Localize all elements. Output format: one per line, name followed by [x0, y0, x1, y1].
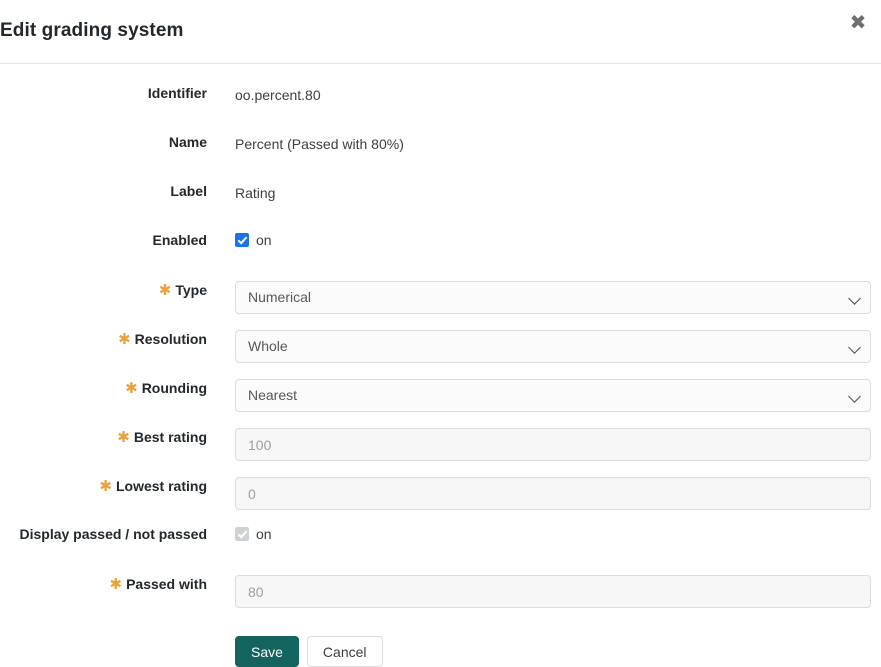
field-label-text: Display passed / not passed	[19, 526, 207, 542]
form-row-lowest-rating: ✱Lowest rating	[0, 477, 881, 526]
field-wrap-rounding: Nearest	[235, 379, 871, 412]
field-wrap-resolution: Whole	[235, 330, 871, 363]
select-value-rounding: Nearest	[248, 380, 297, 411]
required-asterisk-icon: ✱	[118, 330, 131, 348]
field-label-text: Passed with	[126, 576, 207, 592]
page-title: Edit grading system	[0, 20, 184, 42]
chevron-down-icon	[848, 390, 861, 403]
field-wrap-lowest-rating	[235, 477, 871, 510]
chevron-down-icon	[848, 341, 861, 354]
field-wrap-enabled: on	[235, 232, 871, 248]
field-value-label: Rating	[235, 183, 871, 203]
field-wrap-label: Rating	[235, 183, 871, 203]
required-asterisk-icon: ✱	[125, 379, 138, 397]
dialog-header: Edit grading system ✖	[0, 0, 881, 64]
form-row-name: Name Percent (Passed with 80%)	[0, 134, 881, 183]
checkbox-enabled[interactable]	[235, 233, 249, 247]
select-resolution[interactable]: Whole	[235, 330, 871, 363]
form-row-passed-with: ✱Passed with	[0, 575, 881, 624]
select-value-resolution: Whole	[248, 331, 288, 362]
form-row-type: ✱Type Numerical	[0, 281, 881, 330]
checkbox-display-passed-not-passed	[235, 527, 249, 541]
input-lowest-rating[interactable]	[235, 477, 871, 510]
field-label-text: Name	[169, 134, 207, 150]
form-row-rounding: ✱Rounding Nearest	[0, 379, 881, 428]
field-wrap-name: Percent (Passed with 80%)	[235, 134, 871, 154]
field-label-label: Label	[0, 183, 207, 199]
field-label-passed-with: ✱Passed with	[0, 575, 207, 593]
field-value-name: Percent (Passed with 80%)	[235, 134, 871, 154]
field-label-text: Rounding	[142, 380, 207, 396]
field-label-identifier: Identifier	[0, 85, 207, 101]
field-label-type: ✱Type	[0, 281, 207, 299]
field-label-text: Lowest rating	[116, 478, 207, 494]
required-asterisk-icon: ✱	[99, 477, 112, 495]
field-label-text: Resolution	[135, 331, 207, 347]
cancel-button[interactable]: Cancel	[307, 636, 383, 667]
input-best-rating[interactable]	[235, 428, 871, 461]
select-rounding[interactable]: Nearest	[235, 379, 871, 412]
input-passed-with[interactable]	[235, 575, 871, 608]
field-label-lowest-rating: ✱Lowest rating	[0, 477, 207, 495]
form-row-enabled: Enabled on	[0, 232, 881, 281]
grading-system-form: Identifier oo.percent.80 Name Percent (Pass…	[0, 64, 881, 667]
form-row-identifier: Identifier oo.percent.80	[0, 85, 881, 134]
field-value-identifier: oo.percent.80	[235, 85, 871, 105]
chevron-down-icon	[848, 292, 861, 305]
field-label-best-rating: ✱Best rating	[0, 428, 207, 446]
field-label-text: Label	[170, 183, 207, 199]
form-row-resolution: ✱Resolution Whole	[0, 330, 881, 379]
required-asterisk-icon: ✱	[159, 281, 172, 299]
form-actions: Save Cancel	[0, 636, 881, 667]
form-row-display-passed-not-passed: Display passed / not passed on	[0, 526, 881, 575]
field-wrap-type: Numerical	[235, 281, 871, 314]
required-asterisk-icon: ✱	[117, 428, 130, 446]
field-label-text: Type	[175, 282, 207, 298]
field-label-text: Best rating	[134, 429, 207, 445]
required-asterisk-icon: ✱	[110, 575, 123, 593]
select-type[interactable]: Numerical	[235, 281, 871, 314]
checkbox-wrap-enabled: on	[235, 232, 871, 248]
field-wrap-best-rating	[235, 428, 871, 461]
checkbox-label-enabled: on	[256, 232, 272, 248]
form-row-best-rating: ✱Best rating	[0, 428, 881, 477]
field-label-text: Identifier	[148, 85, 207, 101]
field-label-text: Enabled	[153, 232, 207, 248]
select-value-type: Numerical	[248, 282, 311, 313]
field-label-display-passed-not-passed: Display passed / not passed	[0, 526, 207, 542]
field-label-enabled: Enabled	[0, 232, 207, 248]
field-wrap-passed-with	[235, 575, 871, 608]
checkbox-label-display-passed-not-passed: on	[256, 526, 272, 542]
field-label-name: Name	[0, 134, 207, 150]
close-icon[interactable]: ✖	[843, 7, 873, 37]
field-label-resolution: ✱Resolution	[0, 330, 207, 348]
checkbox-wrap-display-passed-not-passed: on	[235, 526, 871, 542]
save-button[interactable]: Save	[235, 636, 299, 667]
field-wrap-display-passed-not-passed: on	[235, 526, 871, 542]
field-wrap-identifier: oo.percent.80	[235, 85, 871, 105]
form-row-label: Label Rating	[0, 183, 881, 232]
field-label-rounding: ✱Rounding	[0, 379, 207, 397]
